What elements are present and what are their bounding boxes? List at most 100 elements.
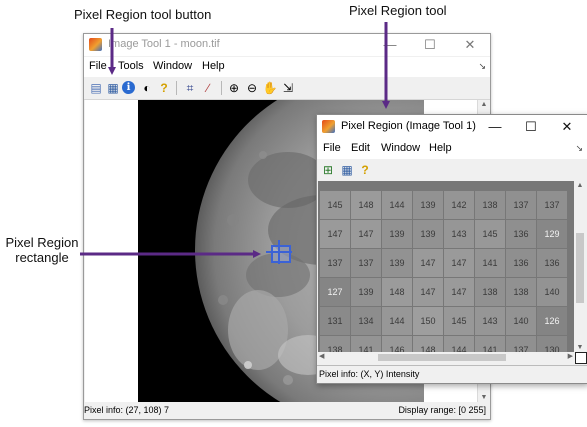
pixel-info-status: Pixel info: (27, 108) 7 <box>84 405 170 415</box>
pixel-cell: 134 <box>351 307 381 335</box>
title-bar: Image Tool 1 - moon.tif — ☐ ✕ <box>84 34 490 56</box>
minimize-button[interactable]: — <box>481 118 509 136</box>
status-bar: Pixel info: (27, 108) 7 Display range: [… <box>84 403 490 419</box>
pixel-cell: 148 <box>351 191 381 219</box>
help-icon[interactable]: ? <box>156 80 172 96</box>
crop-icon[interactable]: ⌗ <box>182 80 198 96</box>
close-button[interactable]: ✕ <box>553 118 581 136</box>
pixel-cell: 147 <box>320 220 350 248</box>
title-bar: Pixel Region (Image Tool 1) — ☐ ✕ <box>317 115 587 139</box>
window-title: Pixel Region (Image Tool 1) <box>341 120 476 132</box>
menu-file[interactable]: File <box>89 60 107 72</box>
pixel-region-window: Pixel Region (Image Tool 1) — ☐ ✕ File E… <box>316 114 587 384</box>
help-icon[interactable]: ? <box>357 162 373 178</box>
contrast-icon[interactable]: ◐ <box>139 80 155 96</box>
callout-line: Pixel Region <box>5 235 79 250</box>
pixel-cell: 137 <box>320 249 350 277</box>
menu-bar: File Tools Window Help ↘ <box>84 57 490 77</box>
pixel-cell: 144 <box>382 191 412 219</box>
pixel-cell: 145 <box>320 191 350 219</box>
maximize-button[interactable]: ☐ <box>517 118 545 136</box>
pixel-cell: 145 <box>444 307 474 335</box>
info-icon[interactable]: ℹ <box>122 81 135 94</box>
pixel-cell: 147 <box>413 249 443 277</box>
pixel-cell: 147 <box>351 220 381 248</box>
pixel-cell: 150 <box>413 307 443 335</box>
dock-arrow-icon[interactable]: ↘ <box>478 61 486 72</box>
pixel-cell: 139 <box>413 191 443 219</box>
pixel-cell: 141 <box>475 336 505 352</box>
copy-icon[interactable]: ▤ <box>88 80 104 96</box>
menu-bar: File Edit Window Help ↘ <box>317 139 587 159</box>
matlab-icon <box>89 38 102 51</box>
status-bar: Pixel info: (X, Y) Intensity <box>317 365 587 382</box>
zoom-in-icon[interactable]: ⊕ <box>226 80 242 96</box>
toolbar: ▤ ▦ ℹ ◐ ? ⌗ ∕ ⊕ ⊖ ✋ ⇲ <box>84 77 490 100</box>
callout-pixel-region-tool: Pixel Region tool <box>349 3 447 18</box>
pixel-cell: 140 <box>506 307 536 335</box>
fit-icon[interactable]: ⇲ <box>280 80 296 96</box>
scroll-thumb[interactable] <box>378 354 506 361</box>
pixel-cell: 146 <box>382 336 412 352</box>
pixel-cell: 139 <box>382 249 412 277</box>
zoom-out-icon[interactable]: ⊖ <box>244 80 260 96</box>
callout-pixel-region-rectangle: Pixel Region rectangle <box>4 235 80 265</box>
pixel-cell: 137 <box>506 336 536 352</box>
pixel-grid-icon[interactable]: ▦ <box>339 162 355 178</box>
pan-hand-icon[interactable]: ✋ <box>262 80 278 96</box>
pixel-cell: 127 <box>320 278 350 306</box>
pixel-cell: 126 <box>537 307 567 335</box>
horizontal-scrollbar[interactable]: ◀ ▶ <box>318 352 574 363</box>
pixel-region-rectangle-handle[interactable] <box>278 240 280 264</box>
scroll-right-arrow[interactable]: ▶ <box>568 352 573 360</box>
window-title: Image Tool 1 - moon.tif <box>108 38 220 50</box>
pixel-cell: 138 <box>475 191 505 219</box>
maximize-button[interactable]: ☐ <box>416 36 444 54</box>
pixel-value-grid[interactable]: 145 148 144 139 142 138 137 137 147 147 139 139 143 1… <box>318 181 574 352</box>
measure-icon[interactable]: ∕ <box>200 80 216 96</box>
pixel-cell: 139 <box>382 220 412 248</box>
menu-window[interactable]: Window <box>381 142 420 154</box>
menu-edit[interactable]: Edit <box>351 142 370 154</box>
pixel-cell: 141 <box>351 336 381 352</box>
pixel-cell: 143 <box>444 220 474 248</box>
dock-arrow-icon[interactable]: ↘ <box>575 143 583 154</box>
pixel-region-icon[interactable]: ▦ <box>105 80 121 96</box>
menu-window[interactable]: Window <box>153 60 192 72</box>
pixel-cell: 143 <box>475 307 505 335</box>
pixel-cell: 136 <box>537 249 567 277</box>
pixel-cell: 137 <box>537 191 567 219</box>
pixel-cell: 147 <box>413 278 443 306</box>
toolbar-separator <box>221 81 222 95</box>
menu-file[interactable]: File <box>323 142 341 154</box>
scroll-up-arrow[interactable]: ▲ <box>574 182 586 189</box>
scroll-thumb[interactable] <box>576 233 584 303</box>
pixel-cell: 144 <box>382 307 412 335</box>
pixel-cell: 129 <box>537 220 567 248</box>
pixel-info-status: Pixel info: (X, Y) Intensity <box>319 369 420 379</box>
scroll-left-arrow[interactable]: ◀ <box>319 352 324 360</box>
pixel-cell: 148 <box>413 336 443 352</box>
menu-help[interactable]: Help <box>202 60 225 72</box>
pixel-cell: 145 <box>475 220 505 248</box>
menu-tools[interactable]: Tools <box>118 60 144 72</box>
pixel-cell: 131 <box>320 307 350 335</box>
pixel-cell: 138 <box>506 278 536 306</box>
scroll-up-arrow[interactable]: ▲ <box>478 101 490 108</box>
menu-help[interactable]: Help <box>429 142 452 154</box>
scroll-down-arrow[interactable]: ▼ <box>574 344 586 351</box>
copy-to-figure-icon[interactable]: ⊞ <box>320 162 336 178</box>
callout-pixel-region-tool-button: Pixel Region tool button <box>74 7 212 22</box>
pixel-cell: 142 <box>444 191 474 219</box>
toolbar-separator <box>176 81 177 95</box>
scroll-down-arrow[interactable]: ▼ <box>478 394 490 401</box>
matlab-icon <box>322 120 335 133</box>
pixel-cell: 138 <box>475 278 505 306</box>
minimize-button[interactable]: — <box>376 36 404 54</box>
size-grip[interactable] <box>575 352 587 364</box>
pixel-region-rectangle[interactable] <box>271 245 291 263</box>
close-button[interactable]: ✕ <box>456 36 484 54</box>
pixel-cell: 141 <box>475 249 505 277</box>
pixel-cell: 138 <box>320 336 350 352</box>
vertical-scrollbar[interactable]: ▲ ▼ <box>574 181 586 352</box>
